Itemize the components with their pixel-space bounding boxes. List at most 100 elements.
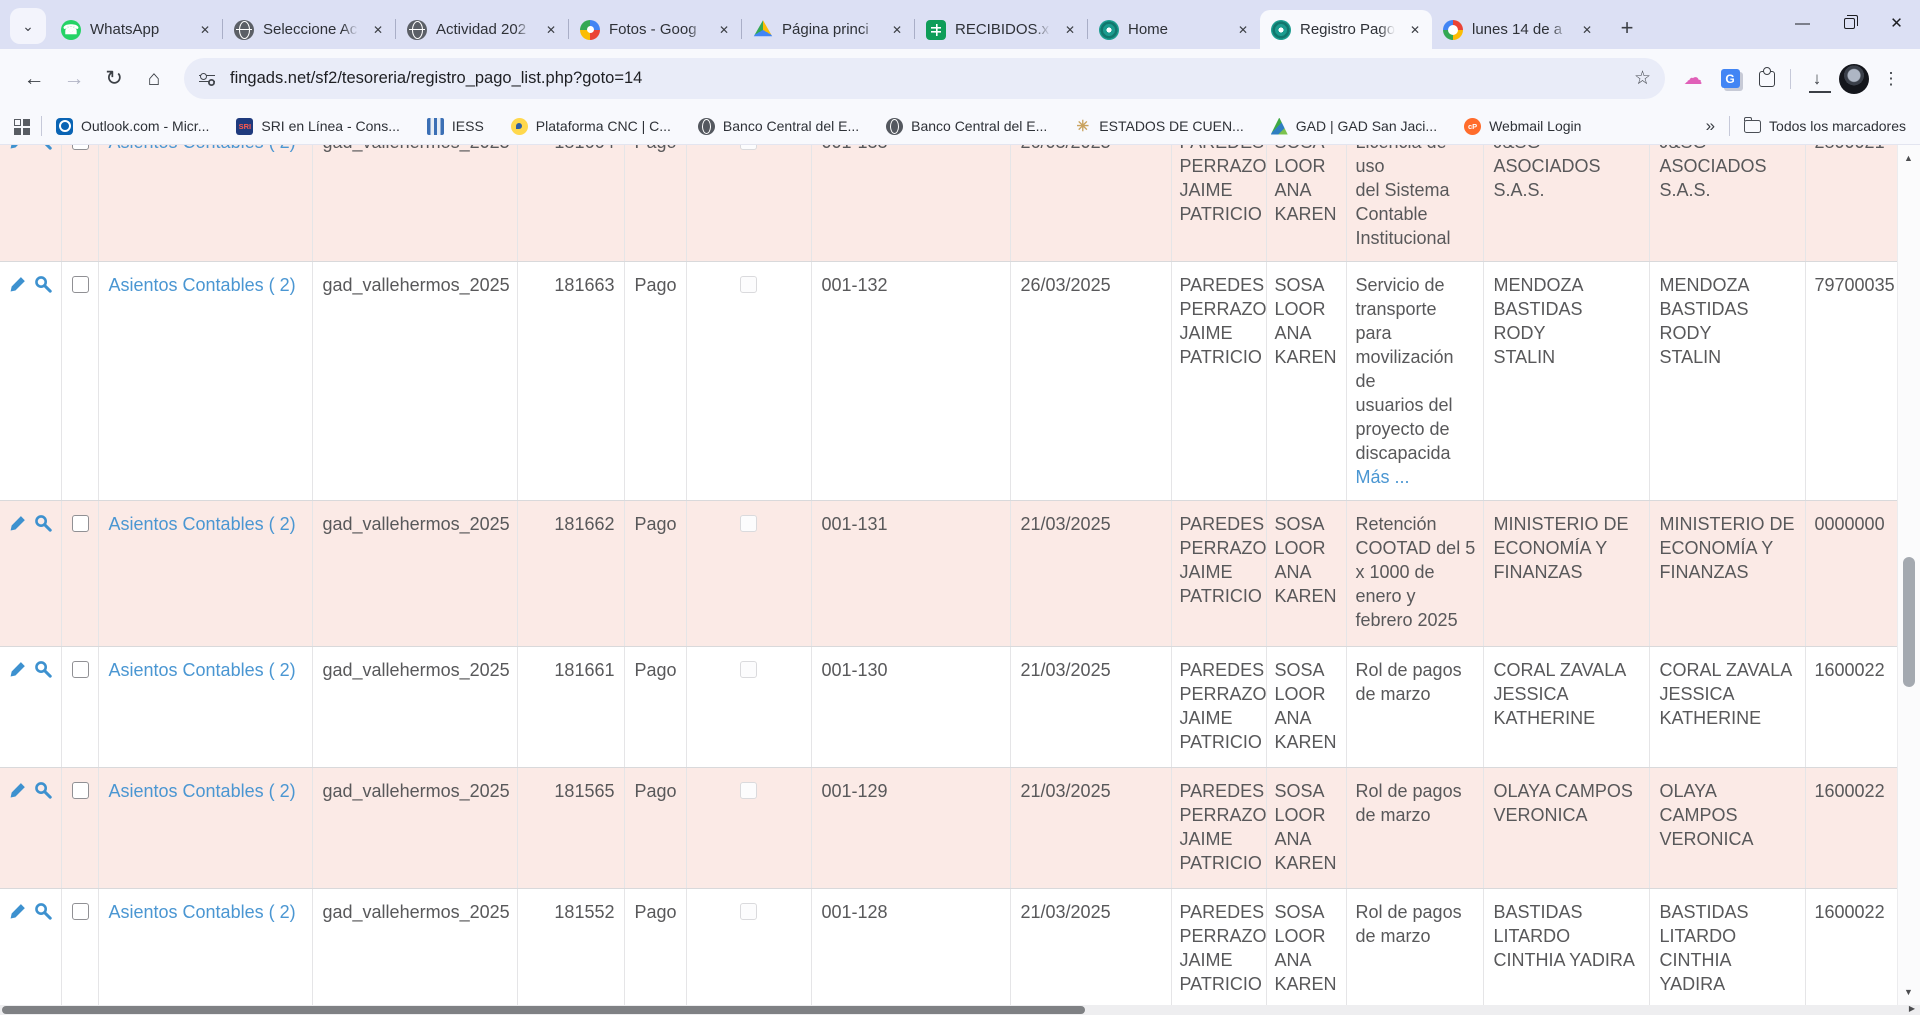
edit-pencil-icon[interactable]	[9, 781, 26, 805]
flag-checkbox[interactable]	[740, 782, 757, 799]
browser-tab[interactable]: Home ✕	[1088, 10, 1260, 49]
view-magnifier-icon[interactable]	[34, 660, 52, 684]
asientos-contables-link[interactable]: Asientos Contables ( 2)	[109, 514, 296, 534]
apps-grid-icon[interactable]	[14, 119, 29, 134]
extension-cloud-button[interactable]: ☁	[1676, 62, 1710, 96]
bookmarks-overflow-button[interactable]: »	[1706, 116, 1715, 136]
row-checkbox[interactable]	[72, 515, 89, 532]
edit-pencil-icon[interactable]	[9, 514, 26, 538]
vertical-scrollbar-thumb[interactable]	[1903, 557, 1915, 687]
reload-button[interactable]: ↻	[94, 59, 134, 99]
flag-checkbox[interactable]	[740, 276, 757, 293]
bookmark-item[interactable]: GAD | GAD San Jaci...	[1271, 118, 1437, 135]
profile-button[interactable]	[1837, 62, 1871, 96]
downloads-button[interactable]: ↓	[1800, 62, 1834, 96]
edit-pencil-icon[interactable]	[9, 275, 26, 299]
browser-tab[interactable]: Seleccione Ac ✕	[223, 10, 395, 49]
minimize-button[interactable]: —	[1779, 0, 1826, 46]
edit-pencil-icon[interactable]	[9, 902, 26, 926]
tab-close-icon[interactable]: ✕	[542, 21, 560, 39]
browser-tab[interactable]: Página princi ✕	[742, 10, 914, 49]
view-magnifier-icon[interactable]	[34, 902, 52, 926]
tab-close-icon[interactable]: ✕	[1578, 21, 1596, 39]
browser-tab[interactable]: RECIBIDOS.xl ✕	[915, 10, 1087, 49]
tab-close-icon[interactable]: ✕	[369, 21, 387, 39]
browser-menu-button[interactable]: ⋮	[1874, 62, 1908, 96]
tab-close-icon[interactable]: ✕	[1061, 21, 1079, 39]
bookmark-item[interactable]: Banco Central del E...	[886, 118, 1047, 135]
id-cell: 181552	[517, 889, 624, 1006]
view-magnifier-icon[interactable]	[34, 514, 52, 538]
date-text: 26/03/2025	[1021, 275, 1111, 295]
bookmark-item[interactable]: Webmail Login	[1464, 118, 1581, 135]
row-checkbox[interactable]	[72, 661, 89, 678]
asientos-contables-link[interactable]: Asientos Contables ( 2)	[109, 145, 296, 152]
view-magnifier-icon[interactable]	[34, 781, 52, 805]
bookmark-item[interactable]: Banco Central del E...	[698, 118, 859, 135]
view-magnifier-icon[interactable]	[34, 145, 52, 156]
scroll-down-icon[interactable]: ▼	[1904, 987, 1913, 997]
row-select-cell	[61, 501, 98, 647]
browser-tab[interactable]: Fotos - Goog ✕	[569, 10, 741, 49]
minimize-icon: —	[1795, 15, 1810, 32]
asientos-contables-link[interactable]: Asientos Contables ( 2)	[109, 275, 296, 295]
aprobado-text: SOSA LOOR ANA KAREN	[1275, 781, 1337, 873]
row-checkbox[interactable]	[72, 276, 89, 293]
bookmark-item[interactable]: Outlook.com - Micr...	[56, 118, 209, 135]
all-bookmarks-button[interactable]: Todos los marcadores	[1744, 118, 1906, 134]
url-text[interactable]: fingads.net/sf2/tesoreria/registro_pago_…	[230, 69, 1626, 88]
bookmark-item[interactable]: IESS	[427, 118, 484, 135]
new-tab-button[interactable]: +	[1610, 11, 1644, 45]
horizontal-scrollbar[interactable]: ▶	[0, 1005, 1920, 1015]
aprobado-cell: SOSA LOOR ANA KAREN	[1266, 889, 1346, 1006]
edit-pencil-icon[interactable]	[9, 145, 26, 156]
horizontal-scrollbar-thumb[interactable]	[2, 1006, 1085, 1014]
bookmark-item[interactable]: ESTADOS DE CUEN...	[1074, 118, 1243, 135]
row-actions-cell	[0, 647, 61, 768]
bookmark-item[interactable]: Plataforma CNC | C...	[511, 118, 671, 135]
flag-checkbox[interactable]	[740, 515, 757, 532]
browser-tab[interactable]: Actividad 202 ✕	[396, 10, 568, 49]
flag-checkbox[interactable]	[740, 903, 757, 920]
scroll-up-icon[interactable]: ▲	[1904, 153, 1913, 163]
mas-link[interactable]: Más ...	[1356, 465, 1477, 489]
asientos-contables-link[interactable]: Asientos Contables ( 2)	[109, 781, 296, 801]
flag-cell	[686, 145, 811, 262]
back-button[interactable]: ←	[14, 59, 54, 99]
bookmark-item[interactable]: SRI en Línea - Cons...	[236, 118, 400, 135]
tab-close-icon[interactable]: ✕	[1234, 21, 1252, 39]
extensions-button[interactable]	[1750, 62, 1784, 96]
tab-close-icon[interactable]: ✕	[1406, 21, 1424, 39]
browser-tab[interactable]: lunes 14 de a ✕	[1432, 10, 1604, 49]
address-bar[interactable]: fingads.net/sf2/tesoreria/registro_pago_…	[184, 58, 1665, 99]
restore-button[interactable]	[1826, 0, 1873, 46]
asientos-contables-link[interactable]: Asientos Contables ( 2)	[109, 902, 296, 922]
home-button[interactable]: ⌂	[134, 59, 174, 99]
row-checkbox[interactable]	[72, 782, 89, 799]
tab-close-icon[interactable]: ✕	[196, 21, 214, 39]
tab-close-icon[interactable]: ✕	[888, 21, 906, 39]
elaborado-text: PAREDES PERRAZO JAIME PATRICIO	[1180, 275, 1267, 367]
flag-checkbox[interactable]	[740, 145, 757, 150]
edit-pencil-icon[interactable]	[9, 660, 26, 684]
view-magnifier-icon[interactable]	[34, 275, 52, 299]
asientos-contables-link[interactable]: Asientos Contables ( 2)	[109, 660, 296, 680]
forward-button[interactable]: →	[54, 59, 94, 99]
browser-tab[interactable]: Registro Pago ✕	[1260, 10, 1432, 49]
flag-checkbox[interactable]	[740, 661, 757, 678]
close-button[interactable]: ✕	[1873, 0, 1920, 46]
browser-tab[interactable]: WhatsApp ✕	[50, 10, 222, 49]
beneficiario2-text: CORAL ZAVALA JESSICA KATHERINE	[1660, 660, 1793, 728]
row-checkbox[interactable]	[72, 145, 89, 150]
cheque-number-text: 001-129	[822, 781, 888, 801]
site-info-icon[interactable]	[192, 64, 222, 94]
bookmark-star-icon[interactable]: ☆	[1634, 67, 1651, 90]
scroll-right-icon[interactable]: ▶	[1909, 1004, 1915, 1013]
translate-button[interactable]: G	[1713, 62, 1747, 96]
date-text: 21/03/2025	[1021, 902, 1111, 922]
tab-search-button[interactable]: ⌄	[10, 8, 46, 44]
tab-close-icon[interactable]: ✕	[715, 21, 733, 39]
vertical-scrollbar[interactable]: ▲ ▼	[1897, 145, 1920, 1005]
beneficiario2-text: J&SG ASOCIADOS S.A.S.	[1660, 145, 1767, 200]
row-checkbox[interactable]	[72, 903, 89, 920]
